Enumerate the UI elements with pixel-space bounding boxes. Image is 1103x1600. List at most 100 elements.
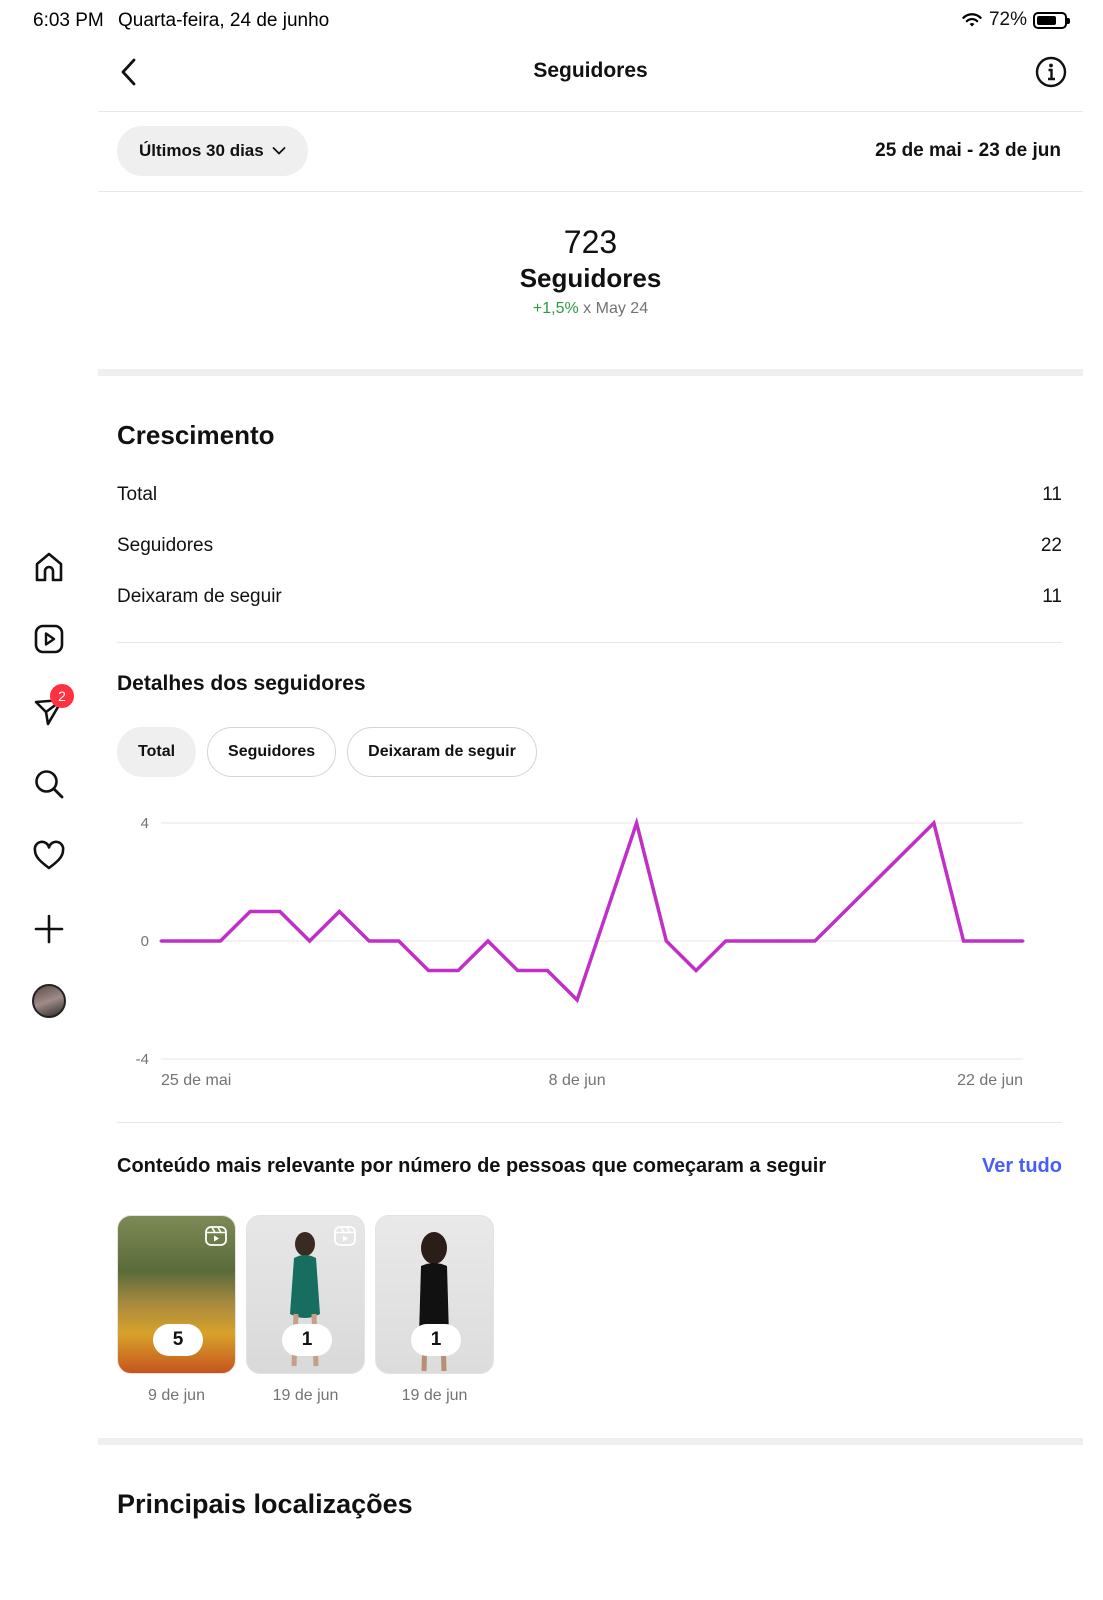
data-point bbox=[932, 821, 936, 825]
stat-value: 11 bbox=[1042, 585, 1062, 607]
content-thumbnail[interactable]: 1 bbox=[375, 1215, 494, 1374]
growth-title: Crescimento bbox=[117, 420, 275, 450]
follower-count-badge: 1 bbox=[282, 1324, 332, 1356]
content-item: 1 19 de jun bbox=[375, 1215, 494, 1405]
divider bbox=[117, 642, 1062, 643]
stat-value: 11 bbox=[1042, 483, 1062, 505]
pill-followers[interactable]: Seguidores bbox=[207, 727, 337, 777]
data-point bbox=[456, 969, 460, 972]
y-tick-label: 0 bbox=[141, 933, 149, 950]
data-point bbox=[1021, 939, 1025, 943]
content-date: 19 de jun bbox=[272, 1387, 339, 1404]
followers-line-chart: 4 0 -4 25 de mai 8 de jun 22 de jun bbox=[136, 815, 1025, 1089]
content-date: 19 de jun bbox=[401, 1387, 468, 1404]
messages-badge: 2 bbox=[50, 684, 74, 708]
stat-label: Total bbox=[117, 483, 158, 505]
follower-count-badge: 1 bbox=[411, 1324, 461, 1356]
reels-icon[interactable] bbox=[30, 620, 68, 658]
details-title: Detalhes dos seguidores bbox=[117, 672, 366, 695]
data-point bbox=[159, 939, 163, 943]
search-icon[interactable] bbox=[30, 765, 68, 803]
data-point bbox=[516, 969, 520, 972]
content-item: 1 19 de jun bbox=[246, 1215, 365, 1405]
plus-icon[interactable] bbox=[30, 910, 68, 948]
header: Seguidores bbox=[98, 40, 1083, 112]
messages-icon[interactable]: 2 bbox=[30, 684, 74, 730]
home-icon[interactable] bbox=[30, 548, 68, 586]
avatar bbox=[32, 984, 66, 1018]
profile-avatar[interactable] bbox=[30, 982, 68, 1020]
status-bar: 6:03 PM Quarta-feira, 24 de junho 72% bbox=[0, 0, 1103, 40]
content-date: 9 de jun bbox=[148, 1387, 205, 1404]
y-tick-label: 4 bbox=[141, 815, 149, 832]
data-point bbox=[486, 939, 490, 943]
locations-title: Principais localizações bbox=[117, 1489, 413, 1519]
data-point bbox=[753, 939, 757, 943]
data-point bbox=[902, 851, 906, 854]
reel-icon bbox=[334, 1226, 356, 1246]
data-point bbox=[248, 910, 252, 913]
data-point bbox=[278, 910, 282, 913]
delta-percent: +1,5% bbox=[532, 300, 579, 317]
status-date: Quarta-feira, 24 de junho bbox=[118, 10, 330, 31]
data-point bbox=[843, 910, 847, 913]
growth-section: Crescimento Total 11 Seguidores 22 Deixa… bbox=[98, 420, 1083, 1405]
content-thumbnail[interactable]: 5 bbox=[117, 1215, 236, 1374]
battery-percent: 72% bbox=[988, 9, 1027, 30]
sidebar: 2 bbox=[0, 0, 98, 1600]
series-line-total bbox=[161, 816, 1023, 1004]
data-point bbox=[991, 939, 995, 943]
period-dropdown[interactable]: Últimos 30 dias bbox=[117, 126, 308, 176]
details-filter-pills: Total Seguidores Deixaram de seguir bbox=[117, 727, 1062, 777]
reel-icon bbox=[205, 1226, 227, 1246]
data-point bbox=[218, 939, 222, 943]
data-point bbox=[872, 880, 876, 884]
data-point bbox=[783, 939, 787, 943]
section-separator bbox=[98, 1438, 1083, 1445]
data-point bbox=[367, 939, 371, 943]
data-point bbox=[189, 939, 193, 943]
followers-label: Seguidores bbox=[519, 263, 662, 293]
y-tick-label: -4 bbox=[136, 1051, 149, 1068]
stat-row-total: Total 11 bbox=[117, 469, 1062, 520]
divider bbox=[117, 1122, 1062, 1123]
see-all-link[interactable]: Ver tudo bbox=[982, 1155, 1062, 1178]
content-header: Conteúdo mais relevante por número de pe… bbox=[117, 1155, 1062, 1178]
data-point bbox=[397, 939, 401, 943]
stat-value: 22 bbox=[1040, 534, 1062, 556]
page-title: Seguidores bbox=[533, 59, 648, 82]
filter-row: Últimos 30 dias 25 de mai - 23 de jun bbox=[98, 112, 1083, 192]
period-label: Últimos 30 dias bbox=[139, 141, 264, 160]
stat-label: Deixaram de seguir bbox=[117, 585, 282, 607]
main-panel: Seguidores Últimos 30 dias 25 de mai - 2… bbox=[98, 40, 1083, 1520]
date-range: 25 de mai - 23 de jun bbox=[875, 140, 1061, 161]
data-point bbox=[337, 910, 341, 913]
data-point bbox=[962, 939, 966, 943]
stat-row-unfollows: Deixaram de seguir 11 bbox=[117, 571, 1062, 622]
data-point bbox=[694, 969, 698, 972]
pill-total[interactable]: Total bbox=[117, 727, 197, 777]
info-icon[interactable] bbox=[1033, 54, 1069, 90]
pill-unfollows[interactable]: Deixaram de seguir bbox=[347, 727, 537, 777]
heart-icon[interactable] bbox=[30, 837, 68, 875]
followers-chart: 4 0 -4 25 de mai 8 de jun 22 de jun bbox=[117, 805, 1061, 1105]
data-point bbox=[813, 939, 817, 943]
content-thumbnail[interactable]: 1 bbox=[246, 1215, 365, 1374]
stat-label: Seguidores bbox=[117, 534, 214, 556]
stat-row-followers: Seguidores 22 bbox=[117, 520, 1062, 571]
x-tick-label: 8 de jun bbox=[549, 1072, 606, 1089]
followers-count: 723 bbox=[563, 224, 618, 260]
x-tick-label: 22 de jun bbox=[957, 1072, 1023, 1089]
followers-delta: +1,5% x May 24 bbox=[98, 300, 1083, 318]
x-tick-label: 25 de mai bbox=[161, 1072, 231, 1089]
chevron-down-icon bbox=[272, 147, 286, 155]
data-point bbox=[724, 939, 728, 943]
battery-icon bbox=[1033, 11, 1070, 29]
content-item: 5 9 de jun bbox=[117, 1215, 236, 1405]
follower-count-badge: 5 bbox=[153, 1324, 203, 1356]
status-right: 72% bbox=[961, 9, 1070, 31]
data-point bbox=[635, 821, 639, 825]
data-point bbox=[427, 969, 431, 972]
data-point bbox=[575, 998, 579, 1002]
content-thumbnails: 5 9 de jun 1 19 de jun 1 19 de jun bbox=[117, 1215, 1062, 1405]
